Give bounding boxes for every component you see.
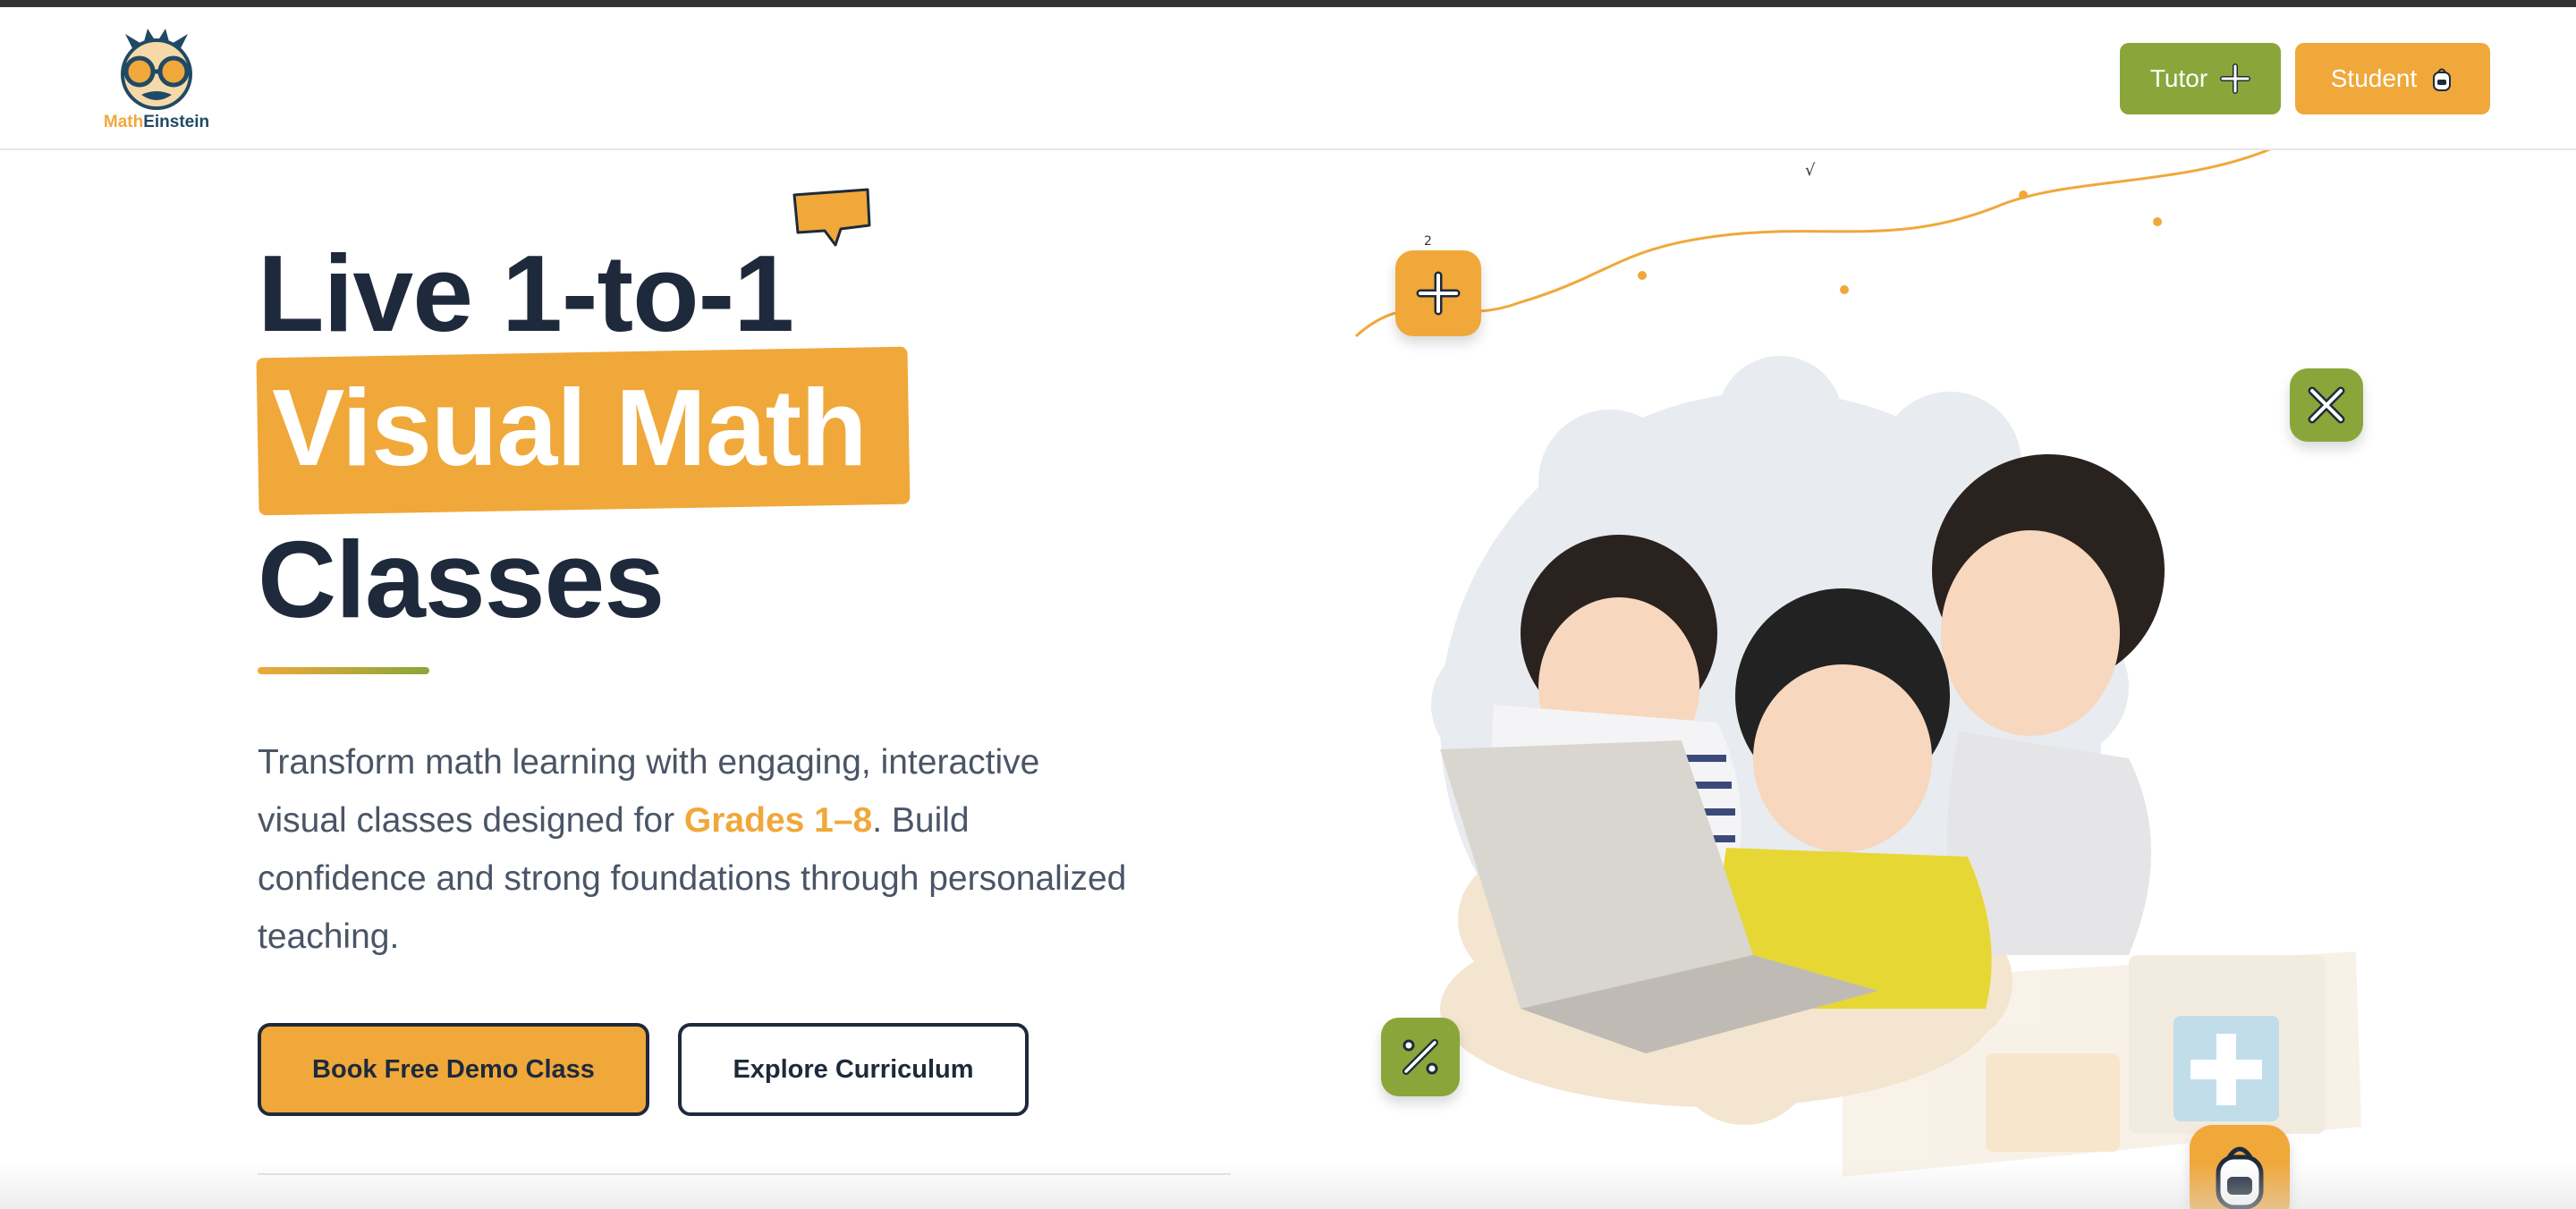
speech-bubble-icon (792, 188, 871, 247)
times-tile (2290, 368, 2363, 442)
hero-title-line-1: Live 1-to-1 (258, 232, 794, 354)
sketch-symbol-root: √ (1805, 161, 1816, 180)
plus-icon (2220, 63, 2251, 94)
hero-title-line-2: Visual Math (272, 367, 868, 488)
times-icon (2308, 386, 2345, 424)
deco-dot (1840, 285, 1849, 294)
bottom-fade (0, 1162, 2576, 1209)
plus-icon (1416, 271, 1461, 316)
sketch-symbol-2: 2 (1424, 234, 1432, 249)
deco-dot (2153, 217, 2162, 226)
hero-title-line-3: Classes (258, 519, 665, 640)
hero-illustration: 2 √ (1342, 150, 2576, 1209)
einstein-face-icon (121, 29, 192, 110)
tutor-button[interactable]: Tutor (2120, 43, 2281, 114)
logo-word-einstein: Einstein (143, 113, 210, 131)
plus-tile (1395, 250, 1481, 336)
logo-word-math: Math (103, 113, 144, 131)
tutor-button-label: Tutor (2149, 64, 2208, 92)
site-header: MathEinstein Tutor Student (0, 7, 2576, 150)
grades-highlight: Grades 1–8 (683, 801, 873, 840)
percent-tile (1381, 1018, 1460, 1096)
student-button-label: Student (2330, 64, 2418, 92)
explore-curriculum-button[interactable]: Explore Curriculum (678, 1023, 1029, 1116)
deco-dot (1638, 271, 1647, 280)
top-border-bar (0, 0, 2576, 7)
backpack-icon (2433, 68, 2452, 91)
hero-text-section: Live 1-to-1 Visual Math Classes Transfor… (256, 150, 1259, 1209)
book-demo-button[interactable]: Book Free Demo Class (258, 1023, 649, 1116)
student-button[interactable]: Student (2295, 43, 2490, 114)
percent-icon (1402, 1039, 1438, 1075)
deco-dot (2019, 190, 2028, 199)
title-underline (258, 667, 429, 674)
logo-wordmark: MathEinstein (98, 113, 215, 132)
hero-illustration-graphics: 2 √ (1354, 150, 2361, 1177)
site-logo[interactable]: MathEinstein (98, 25, 215, 136)
hero-description: Transform math learning with engaging, i… (258, 733, 1134, 966)
